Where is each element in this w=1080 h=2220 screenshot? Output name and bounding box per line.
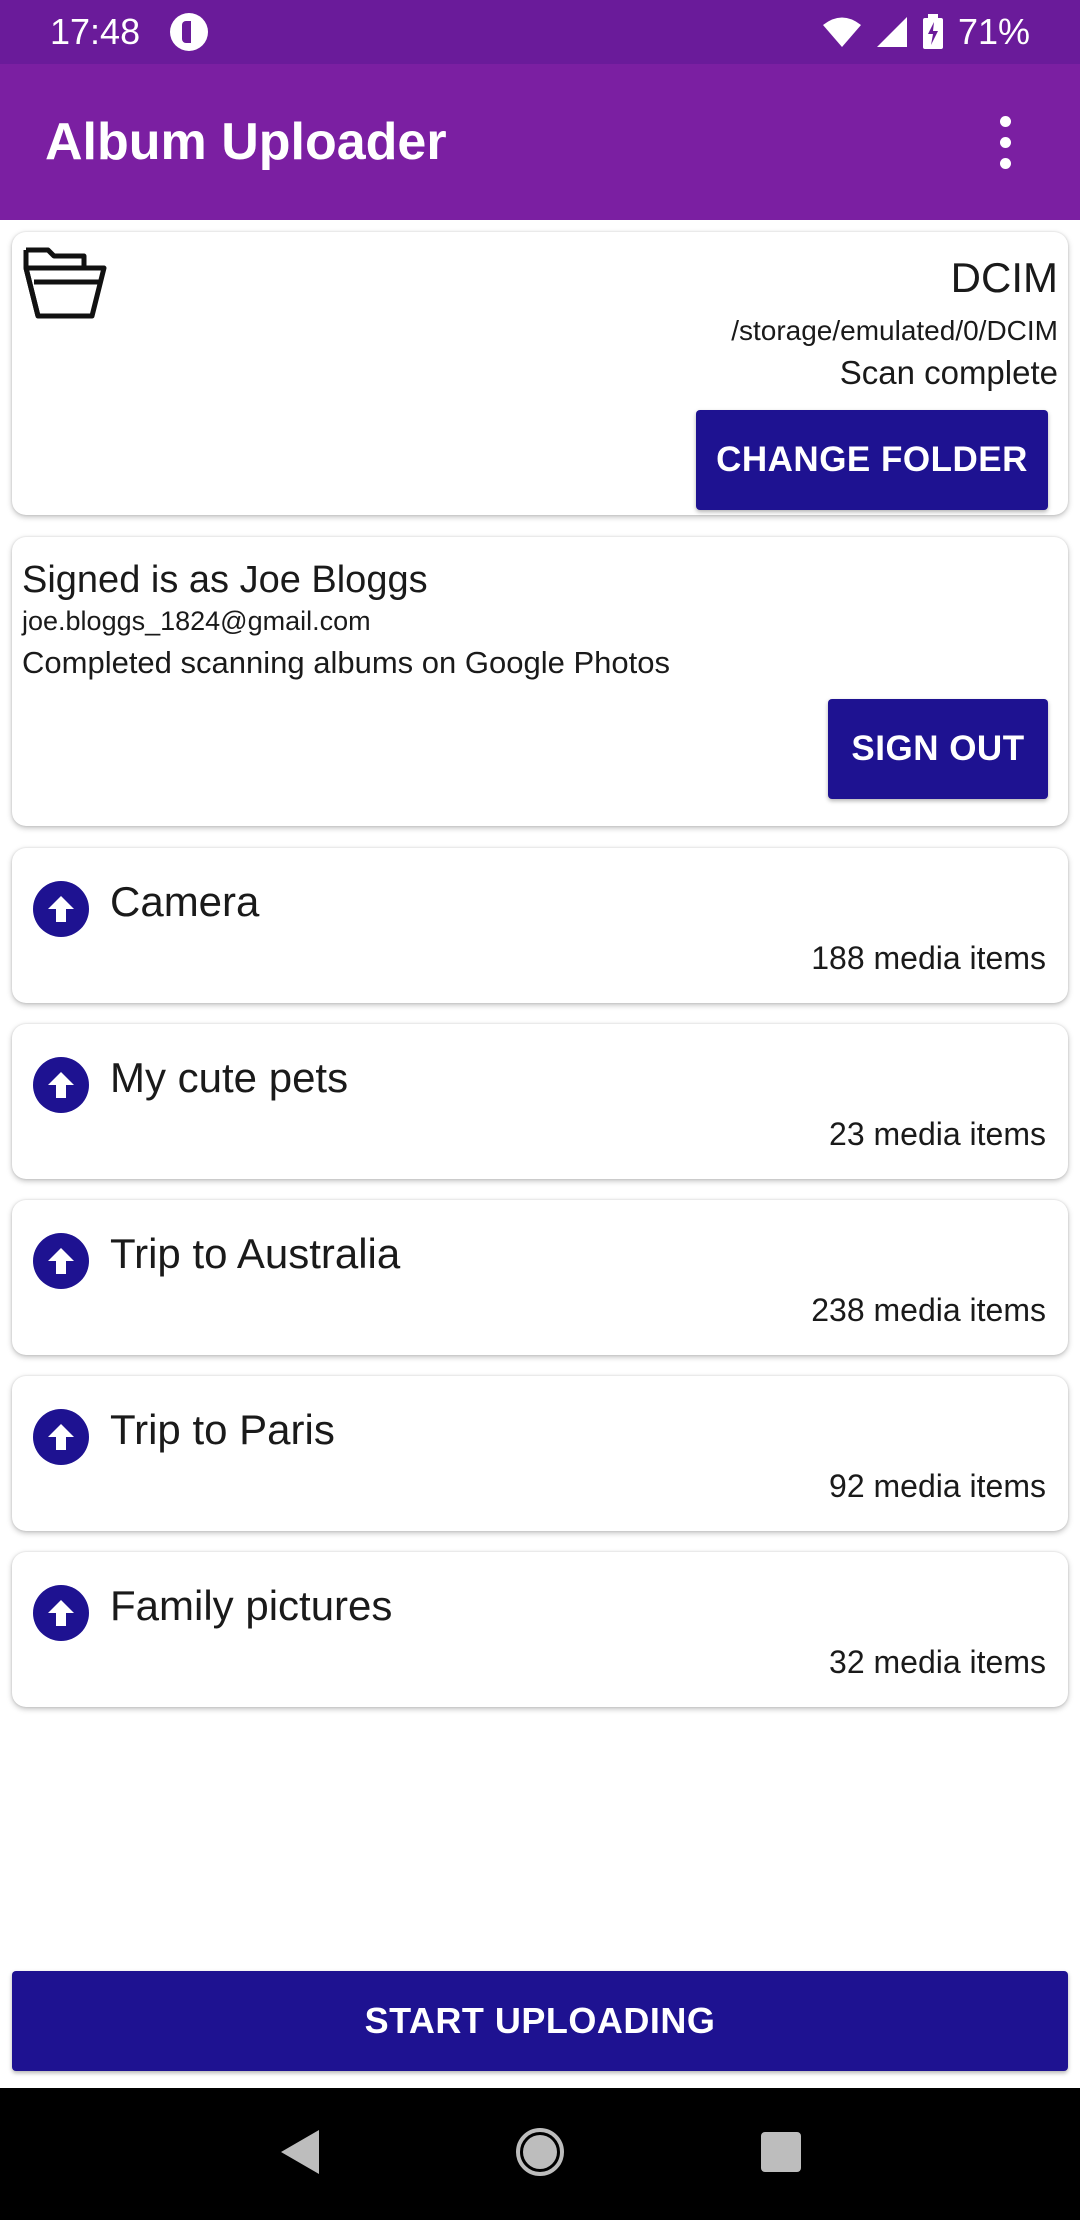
home-icon[interactable] [515, 2127, 565, 2182]
start-uploading-button[interactable]: START UPLOADING [12, 1971, 1068, 2071]
app-bar: Album Uploader [0, 64, 1080, 220]
album-card-family-pictures[interactable]: Family pictures 32 media items [12, 1552, 1068, 1707]
account-email: joe.bloggs_1824@gmail.com [22, 606, 371, 636]
album-card-my-cute-pets[interactable]: My cute pets 23 media items [12, 1024, 1068, 1179]
album-count: 92 media items [829, 1468, 1046, 1504]
album-name: Trip to Australia [110, 1230, 401, 1277]
album-name: Trip to Paris [110, 1406, 335, 1453]
folder-path: /storage/emulated/0/DCIM [731, 315, 1058, 346]
upload-icon[interactable] [33, 1409, 89, 1465]
status-time: 17:48 [50, 11, 141, 52]
sign-out-button[interactable]: SIGN OUT [828, 699, 1048, 799]
app-notification-icon [170, 13, 209, 51]
battery-charging-icon [922, 14, 944, 50]
signal-icon [876, 16, 908, 48]
more-vert-icon[interactable] [975, 102, 1035, 182]
account-card: Signed is as Joe Bloggs joe.bloggs_1824@… [12, 537, 1068, 826]
battery-level: 71% [957, 11, 1030, 52]
upload-icon[interactable] [33, 1057, 89, 1113]
album-card-trip-to-paris[interactable]: Trip to Paris 92 media items [12, 1376, 1068, 1531]
folder-name: DCIM [950, 254, 1058, 301]
album-count: 32 media items [829, 1644, 1046, 1680]
status-bar: 17:48 71% [0, 0, 1080, 64]
wifi-icon [822, 16, 862, 48]
system-nav-bar [0, 2088, 1080, 2220]
change-folder-button[interactable]: CHANGE FOLDER [696, 410, 1048, 510]
app-title: Album Uploader [45, 113, 447, 171]
account-scan-status: Completed scanning albums on Google Phot… [22, 645, 670, 680]
album-card-camera[interactable]: Camera 188 media items [12, 848, 1068, 1003]
upload-icon[interactable] [33, 1585, 89, 1641]
album-name: My cute pets [110, 1054, 349, 1101]
album-card-trip-to-australia[interactable]: Trip to Australia 238 media items [12, 1200, 1068, 1355]
upload-icon[interactable] [33, 1233, 89, 1289]
album-count: 188 media items [811, 940, 1046, 976]
album-name: Camera [110, 878, 260, 925]
folder-card: DCIM /storage/emulated/0/DCIM Scan compl… [12, 232, 1068, 515]
signed-in-label: Signed is as Joe Bloggs [22, 559, 428, 601]
album-count: 23 media items [829, 1116, 1046, 1152]
recents-icon[interactable] [759, 2130, 803, 2179]
album-name: Family pictures [110, 1582, 393, 1629]
album-count: 238 media items [811, 1292, 1046, 1328]
open-folder-icon [22, 246, 108, 325]
upload-icon[interactable] [33, 881, 89, 937]
folder-scan-status: Scan complete [839, 354, 1058, 391]
back-icon[interactable] [277, 2128, 321, 2181]
status-icons: 71% [822, 11, 1030, 53]
